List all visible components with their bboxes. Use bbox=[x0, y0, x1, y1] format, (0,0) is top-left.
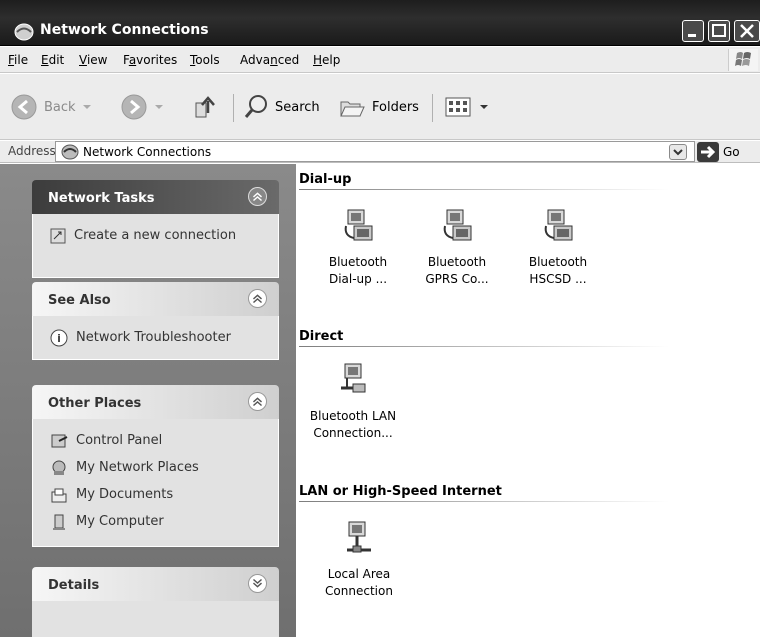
up-folder-button[interactable] bbox=[192, 92, 220, 122]
collapse-chevron-icon[interactable] bbox=[248, 289, 267, 308]
group-title-direct: Direct bbox=[299, 329, 344, 344]
toolbar: Back Search Folders bbox=[0, 74, 760, 140]
computer-icon bbox=[53, 514, 65, 530]
network-places-icon bbox=[52, 460, 66, 475]
title-bar: Network Connections bbox=[0, 0, 760, 46]
search-icon bbox=[244, 95, 267, 118]
address-label: Address bbox=[8, 144, 56, 158]
address-dropdown-button[interactable] bbox=[669, 144, 687, 160]
connections-view: Dial-up Bluetooth Dial-up ... Bluetooth … bbox=[296, 164, 760, 637]
menu-file[interactable]: File bbox=[8, 53, 28, 67]
go-button[interactable]: Go bbox=[697, 142, 740, 162]
my-network-places-link[interactable]: My Network Places bbox=[33, 454, 278, 481]
my-documents-link[interactable]: My Documents bbox=[33, 481, 278, 508]
menu-edit[interactable]: Edit bbox=[41, 53, 64, 67]
group-divider bbox=[299, 189, 669, 190]
see-also-panel: See Also i Network Troubleshooter bbox=[32, 282, 279, 360]
menu-advanced[interactable]: Advanced bbox=[240, 53, 299, 67]
connection-bluetooth-lan[interactable]: Bluetooth LAN Connection... bbox=[303, 360, 403, 442]
details-panel: Details bbox=[32, 567, 279, 637]
close-button[interactable] bbox=[734, 20, 760, 42]
collapse-chevron-icon[interactable] bbox=[248, 392, 267, 411]
windows-flag-icon bbox=[735, 52, 751, 66]
dialup-connection-icon bbox=[443, 209, 472, 241]
control-panel-link[interactable]: Control Panel bbox=[33, 427, 278, 454]
expand-chevron-icon[interactable] bbox=[248, 574, 267, 593]
network-connections-icon bbox=[61, 144, 79, 160]
go-arrow-icon bbox=[701, 145, 716, 159]
toolbar-separator bbox=[432, 94, 433, 122]
lan-connection-icon bbox=[347, 521, 371, 553]
details-header[interactable]: Details bbox=[32, 567, 279, 601]
chevron-down-icon bbox=[480, 105, 488, 109]
address-bar: Address Network Connections Go bbox=[0, 141, 760, 163]
address-input[interactable]: Network Connections bbox=[55, 141, 695, 162]
window-title: Network Connections bbox=[40, 22, 209, 38]
group-divider bbox=[299, 346, 669, 347]
up-folder-icon bbox=[195, 96, 215, 118]
network-connections-icon bbox=[14, 23, 34, 41]
create-connection-link[interactable]: Create a new connection bbox=[33, 222, 278, 249]
chevron-down-icon bbox=[673, 149, 683, 156]
menu-bar: File Edit View Favorites Tools Advanced … bbox=[0, 47, 760, 73]
svg-text:i: i bbox=[57, 332, 61, 345]
minimize-button[interactable] bbox=[682, 20, 704, 42]
group-title-dialup: Dial-up bbox=[299, 172, 352, 187]
forward-button[interactable] bbox=[120, 92, 164, 122]
menu-view[interactable]: View bbox=[79, 53, 107, 67]
folders-button[interactable]: Folders bbox=[338, 92, 419, 122]
chevron-down-icon bbox=[155, 105, 163, 109]
chevron-down-icon bbox=[82, 105, 91, 109]
back-button[interactable]: Back bbox=[10, 92, 92, 122]
direct-connection-icon bbox=[341, 363, 366, 393]
maximize-icon bbox=[712, 24, 726, 37]
connection-local-area[interactable]: Local Area Connection bbox=[309, 518, 409, 600]
toolbar-separator bbox=[233, 94, 234, 122]
minimize-icon bbox=[688, 34, 696, 37]
forward-arrow-icon bbox=[121, 94, 147, 120]
group-title-lan: LAN or High-Speed Internet bbox=[299, 484, 502, 499]
network-tasks-panel: Network Tasks Create a new connection bbox=[32, 180, 279, 278]
network-troubleshooter-link[interactable]: i Network Troubleshooter bbox=[33, 324, 278, 351]
connection-bluetooth-gprs[interactable]: Bluetooth GPRS Co... bbox=[407, 206, 507, 288]
connection-bluetooth-dialup[interactable]: Bluetooth Dial-up ... bbox=[308, 206, 408, 288]
new-connection-icon bbox=[50, 228, 66, 243]
control-panel-icon bbox=[51, 434, 68, 447]
other-places-panel: Other Places Control Panel My Network Pl… bbox=[32, 385, 279, 547]
network-tasks-header[interactable]: Network Tasks bbox=[32, 180, 279, 214]
my-computer-link[interactable]: My Computer bbox=[33, 508, 278, 535]
windows-logo bbox=[728, 49, 758, 71]
views-icon bbox=[445, 97, 471, 117]
back-arrow-icon bbox=[11, 94, 37, 120]
collapse-chevron-icon[interactable] bbox=[248, 187, 267, 206]
other-places-header[interactable]: Other Places bbox=[32, 385, 279, 419]
address-value: Network Connections bbox=[83, 145, 212, 159]
dialup-connection-icon bbox=[544, 209, 573, 241]
info-icon: i bbox=[50, 329, 68, 346]
dialup-connection-icon bbox=[344, 209, 373, 241]
group-divider bbox=[299, 501, 669, 502]
menu-help[interactable]: Help bbox=[313, 53, 340, 67]
menu-tools[interactable]: Tools bbox=[190, 53, 220, 67]
connection-bluetooth-hscsd[interactable]: Bluetooth HSCSD ... bbox=[508, 206, 608, 288]
search-button[interactable]: Search bbox=[243, 92, 320, 122]
task-pane: Network Tasks Create a new connection Se… bbox=[0, 164, 296, 637]
documents-folder-icon bbox=[51, 488, 67, 502]
maximize-button[interactable] bbox=[708, 20, 730, 42]
menu-favorites[interactable]: Favorites bbox=[123, 53, 177, 67]
folders-icon bbox=[340, 101, 365, 117]
close-icon bbox=[740, 24, 754, 38]
views-button[interactable] bbox=[444, 92, 488, 122]
go-label: Go bbox=[723, 145, 740, 159]
see-also-header[interactable]: See Also bbox=[32, 282, 279, 316]
